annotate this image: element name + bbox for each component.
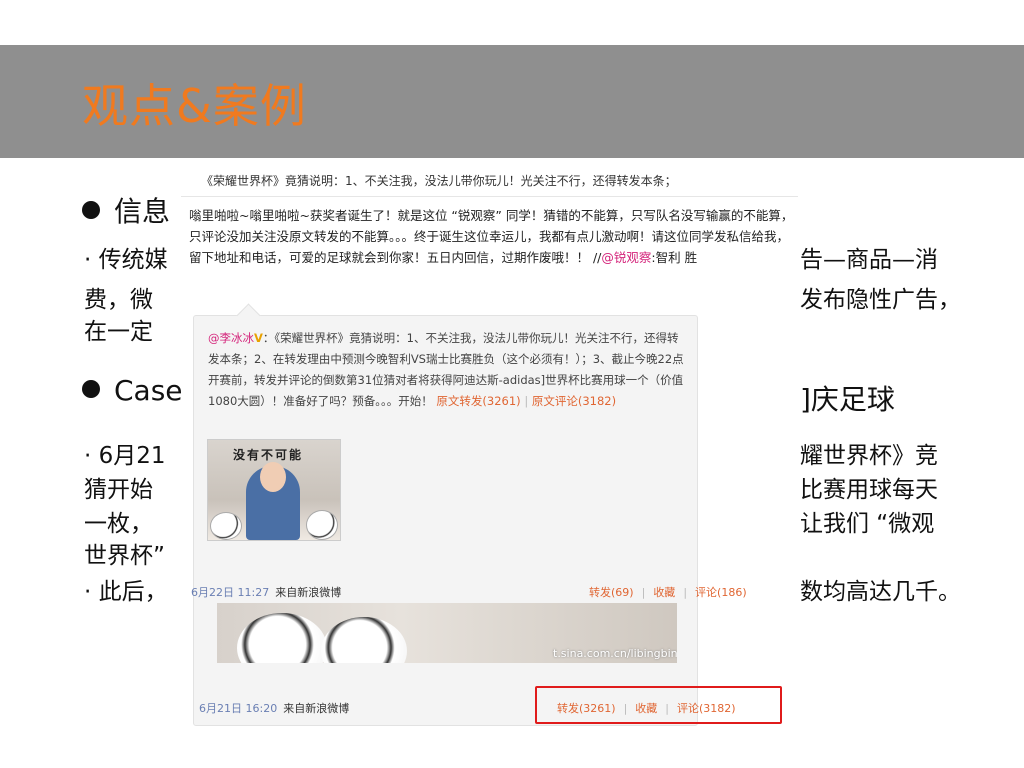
bullet-2-text: Case: [114, 374, 183, 407]
post-source: 来自新浪微博: [275, 586, 342, 599]
repost-actions: 转发(69) | 收藏 | 评论(186): [589, 584, 747, 600]
favorite-link[interactable]: 收藏: [653, 586, 675, 599]
bullet-dot-icon: [82, 380, 100, 398]
image-watermark: t.sina.com.cn/libingbing: [553, 647, 677, 660]
separator: |: [524, 394, 529, 408]
body-line-5-left: 猜开始: [84, 477, 153, 503]
separator: |: [683, 586, 688, 599]
previous-post-line: 《荣耀世界杯》竟猜说明：1、不关注我，没法儿带你玩儿！光关注不行，还得转发本条；: [201, 174, 677, 188]
mention-link[interactable]: @锐观察: [601, 250, 651, 265]
divider: [181, 196, 798, 197]
body-line-6-right: 让我们 “微观: [800, 511, 935, 537]
body-line-1-left: · 传统媒: [84, 247, 168, 273]
bullet-1: 信息: [82, 190, 170, 230]
body-line-2-left: 费，微: [84, 287, 153, 313]
verified-icon: V: [254, 331, 263, 345]
thumbnail-image[interactable]: 没有不可能: [207, 439, 341, 541]
bullet-dot-icon: [82, 201, 100, 219]
football-icon: [321, 617, 407, 663]
post-time[interactable]: 6月22日 11:27: [191, 586, 269, 599]
original-comment-link[interactable]: 原文评论(3182): [532, 394, 616, 408]
original-meta: 6月21日 16:20 来自新浪微博: [199, 700, 349, 716]
highlight-box: [535, 686, 782, 724]
callout-arrow: [236, 303, 261, 328]
football-icon: [210, 512, 242, 540]
original-forward-link[interactable]: 原文转发(3261): [436, 394, 520, 408]
post-text: 嗡里啪啦~嗡里啪啦~获奖者诞生了！就是这位 “锐观察” 同学！猜错的不能算，只写…: [189, 205, 795, 268]
body-line-2-right: 发布隐性广告，: [800, 287, 961, 313]
body-line-8-left: · 此后，: [84, 579, 168, 605]
bullet-1-text: 信息: [114, 195, 171, 228]
original-post-image[interactable]: t.sina.com.cn/libingbing: [217, 603, 677, 663]
original-post-source: 来自新浪微博: [283, 702, 350, 715]
repost-meta: 6月22日 11:27 来自新浪微博: [191, 584, 341, 600]
separator: |: [641, 586, 646, 599]
post-tail: :智利 胜: [651, 250, 698, 265]
body-line-4-left: · 6月21: [84, 443, 166, 469]
body-line-3-left: 在一定: [84, 319, 153, 345]
bullet-2-right: ]庆足球: [800, 383, 895, 416]
post-body: 嗡里啪啦~嗡里啪啦~获奖者诞生了！就是这位 “锐观察” 同学！猜错的不能算，只写…: [189, 208, 794, 265]
comment-link[interactable]: 评论(186): [695, 586, 747, 599]
football-icon: [237, 613, 327, 663]
body-line-7-left: 世界杯”: [84, 543, 165, 569]
forward-link[interactable]: 转发(69): [589, 586, 634, 599]
body-line-1-right: 告—商品—消: [800, 247, 938, 273]
reposted-weibo: @李冰冰V：《荣耀世界杯》竟猜说明：1、不关注我，没法儿带你玩儿！光关注不行，还…: [193, 303, 698, 726]
body-line-4-right: 耀世界杯》竞: [800, 443, 938, 469]
football-icon: [306, 510, 338, 540]
slide-title: 观点&案例: [82, 79, 307, 133]
original-post-time[interactable]: 6月21日 16:20: [199, 702, 277, 715]
body-line-5-right: 比赛用球每天: [800, 477, 938, 503]
body-line-6-left: 一枚，: [84, 511, 153, 537]
repost-text: @李冰冰V：《荣耀世界杯》竟猜说明：1、不关注我，没法儿带你玩儿！光关注不行，还…: [208, 328, 688, 412]
bullet-2: Case: [82, 374, 183, 407]
thumbnail-caption: 没有不可能: [233, 448, 304, 462]
author-link[interactable]: @李冰冰: [208, 331, 254, 345]
body-line-8-right: 数均高达几千。: [800, 579, 961, 605]
person-face: [260, 462, 286, 492]
weibo-screenshot: 《荣耀世界杯》竟猜说明：1、不关注我，没法儿带你玩儿！光关注不行，还得转发本条；…: [181, 159, 798, 734]
